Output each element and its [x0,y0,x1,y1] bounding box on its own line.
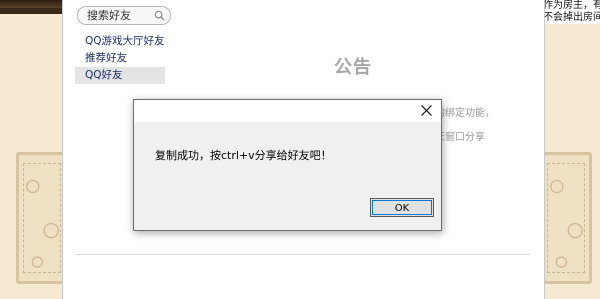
copy-success-dialog: 复制成功，按ctrl+v分享给好友吧！ OK [133,99,442,231]
search-icon[interactable] [154,10,165,21]
friend-search-box[interactable]: 搜索好友 [77,6,171,25]
dialog-message: 复制成功，按ctrl+v分享给好友吧！ [155,149,332,162]
friend-category-list: QQ游戏大厅好友 推荐好友 QQ好友 [75,33,165,84]
background-notice-line-2: 不会掉出房间 [543,12,600,23]
close-icon[interactable] [420,104,433,117]
background-notice-line-1: 作为房主，有 [543,0,600,11]
background-notice-text: 作为房主，有 不会掉出房间 [543,0,600,24]
panel-divider [75,254,530,255]
announcement-text-line-1: 的绑定功能， [435,108,495,119]
decorative-pattern-left [16,152,68,284]
friend-category-qq-game-hall[interactable]: QQ游戏大厅好友 [75,33,165,50]
dialog-titlebar [134,100,441,122]
friend-category-qq-friends[interactable]: QQ好友 [75,67,165,84]
announcement-title: 公告 [334,57,372,78]
announcement-text-line-2: 天窗口分享 [435,132,485,143]
ok-button[interactable]: OK [370,198,434,217]
search-placeholder: 搜索好友 [87,9,131,22]
friend-category-recommended[interactable]: 推荐好友 [75,50,165,67]
decorative-pattern-right [540,152,592,284]
